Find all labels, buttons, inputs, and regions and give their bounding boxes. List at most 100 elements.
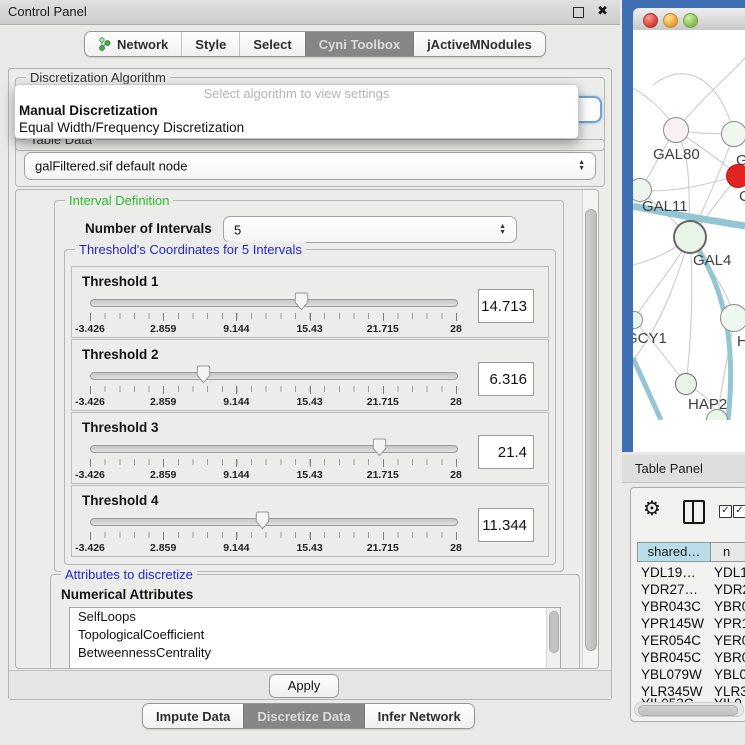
threshold-1-slider[interactable]: -3.426 2.859 9.144 15.43 21.715 28 — [90, 293, 456, 335]
scrollbar-thumb[interactable] — [585, 209, 597, 651]
table-row[interactable]: YDL19…YDL1 — [631, 565, 745, 582]
network-node[interactable] — [673, 220, 707, 254]
node-label: GA — [736, 152, 745, 169]
control-panel-titlebar: Control Panel ✖ — [0, 0, 620, 25]
slider-track[interactable] — [90, 445, 458, 453]
tab-style[interactable]: Style — [181, 32, 239, 56]
table-data-combo[interactable]: galFiltered.sif default node ▲▼ — [24, 152, 596, 180]
table-row[interactable]: YPR145WYPR1 — [631, 616, 745, 633]
slider-thumb[interactable] — [372, 438, 387, 457]
interval-definition-title: Interval Definition — [65, 193, 173, 208]
threshold-4-label: Threshold 4 — [82, 493, 159, 508]
scrollbar-thumb[interactable] — [638, 705, 738, 716]
panel-scrollbar[interactable] — [582, 190, 598, 668]
list-scrollbar[interactable] — [546, 608, 560, 669]
threshold-3-label: Threshold 3 — [82, 420, 159, 435]
network-node[interactable] — [663, 117, 689, 143]
float-window-icon[interactable] — [573, 7, 584, 18]
node-label: GAL11 — [642, 198, 688, 215]
network-node[interactable] — [675, 373, 697, 395]
network-icon — [98, 37, 111, 51]
network-window-titlebar[interactable] — [633, 8, 745, 31]
table-row[interactable]: YDR27…YDR2 — [631, 582, 745, 599]
tab-impute-data[interactable]: Impute Data — [143, 704, 243, 728]
minimize-button[interactable] — [663, 13, 678, 28]
thresholds-group: Threshold's Coordinates for 5 Intervals … — [64, 249, 556, 565]
threshold-3-row: Threshold 3 -3.426 2.859 9.144 15.43 — [71, 412, 549, 484]
zoom-button[interactable] — [683, 13, 698, 28]
slider-track[interactable] — [90, 299, 458, 307]
numerical-attributes-label: Numerical Attributes — [61, 587, 193, 602]
number-of-intervals-label: Number of Intervals — [85, 221, 212, 236]
threshold-1-label: Threshold 1 — [82, 274, 159, 289]
threshold-2-row: Threshold 2 -3.426 2.859 9.144 15.43 — [71, 339, 549, 411]
top-tab-bar: Network Style Select Cyni Toolbox jActiv… — [84, 31, 546, 57]
list-item[interactable]: BetweennessCentrality — [70, 644, 560, 662]
slider-ticks — [90, 532, 456, 538]
table-data-group: Table Data galFiltered.sif default node … — [15, 139, 605, 187]
tab-network[interactable]: Network — [85, 32, 181, 56]
threshold-3-value[interactable]: 21.4 — [478, 435, 534, 469]
dropdown-placeholder: Select algorithm to view settings — [15, 85, 578, 102]
column-header-shared[interactable]: shared… — [637, 542, 711, 562]
network-canvas[interactable]: GAL80 GA C GAL11 GAL4 GCY1 H HAP2 — [633, 30, 745, 420]
slider-ticks — [90, 313, 456, 319]
gear-icon[interactable]: ⚙ — [643, 496, 661, 521]
network-node[interactable] — [720, 304, 745, 332]
tab-infer-network[interactable]: Infer Network — [364, 704, 474, 728]
threshold-1-value[interactable]: 14.713 — [478, 289, 534, 323]
threshold-2-label: Threshold 2 — [82, 347, 159, 362]
tab-select[interactable]: Select — [239, 32, 304, 56]
tab-jactivemnodules[interactable]: jActiveMNodules — [413, 32, 545, 56]
threshold-2-value[interactable]: 6.316 — [478, 362, 534, 396]
checkbox-icon[interactable]: ✓ — [733, 505, 745, 518]
threshold-4-row: Threshold 4 -3.426 2.859 9.144 15.43 — [71, 485, 549, 557]
dropdown-option-manual[interactable]: Manual Discretization — [15, 102, 578, 119]
column-header-name[interactable]: n — [710, 542, 745, 562]
table-row[interactable]: YBR045CYBR0 — [631, 650, 745, 667]
slider-ticks — [90, 459, 456, 465]
threshold-4-value[interactable]: 11.344 — [478, 508, 534, 542]
horizontal-scrollbar[interactable] — [634, 702, 744, 717]
table-panel-title: Table Panel — [635, 461, 703, 476]
table-panel-titlebar: Table Panel — [622, 455, 745, 483]
algorithm-dropdown-popup: Select algorithm to view settings Manual… — [14, 84, 579, 139]
apply-button[interactable]: Apply — [269, 674, 339, 698]
slider-thumb[interactable] — [196, 365, 211, 384]
node-label: H — [737, 333, 745, 350]
close-icon[interactable]: ✖ — [597, 3, 608, 19]
attributes-title: Attributes to discretize — [61, 567, 197, 582]
slider-thumb[interactable] — [294, 292, 309, 311]
close-button[interactable] — [643, 13, 658, 28]
node-label: GAL4 — [693, 252, 731, 269]
number-of-intervals-value: 5 — [234, 222, 241, 237]
threshold-3-slider[interactable]: -3.426 2.859 9.144 15.43 21.715 28 — [90, 439, 456, 481]
tab-discretize-data[interactable]: Discretize Data — [243, 704, 363, 728]
table-row[interactable]: YBR043CYBR0 — [631, 599, 745, 616]
number-of-intervals-combo[interactable]: 5 ▲▼ — [223, 216, 517, 243]
numerical-attributes-list[interactable]: SelfLoops TopologicalCoefficient Between… — [69, 607, 561, 669]
network-node[interactable] — [721, 121, 745, 147]
list-item[interactable]: TopologicalCoefficient — [70, 626, 560, 644]
checkbox-icon[interactable]: ✓ — [719, 505, 732, 518]
columns-icon[interactable] — [683, 500, 705, 524]
settings-viewport: Interval Definition Number of Intervals … — [15, 189, 599, 669]
combo-arrows-icon: ▲▼ — [499, 224, 506, 236]
dropdown-option-equal-width[interactable]: Equal Width/Frequency Discretization — [15, 119, 578, 136]
node-label: HAP2 — [688, 396, 727, 413]
bottom-tab-bar: Impute Data Discretize Data Infer Networ… — [142, 703, 475, 729]
network-window-frame: GAL80 GA C GAL11 GAL4 GCY1 H HAP2 — [622, 0, 745, 452]
tab-cyni-toolbox[interactable]: Cyni Toolbox — [305, 32, 413, 56]
table-row[interactable]: YBL079WYBL0 — [631, 667, 745, 684]
slider-track[interactable] — [90, 372, 458, 380]
threshold-1-row: Threshold 1 -3.426 2.859 9.144 15.43 — [71, 266, 549, 338]
table-row[interactable]: YER054CYER0 — [631, 633, 745, 650]
table-panel-window: ⚙ ✓ ✓ shared… n YDL19…YDL1 YDR27…YDR2 YB… — [630, 487, 745, 722]
list-item[interactable]: SelfLoops — [70, 608, 560, 626]
slider-thumb[interactable] — [255, 511, 270, 530]
slider-track[interactable] — [90, 518, 458, 526]
interval-definition-group: Interval Definition Number of Intervals … — [54, 200, 564, 572]
threshold-4-slider[interactable]: -3.426 2.859 9.144 15.43 21.715 28 — [90, 512, 456, 554]
threshold-2-slider[interactable]: -3.426 2.859 9.144 15.43 21.715 28 — [90, 366, 456, 408]
thresholds-title: Threshold's Coordinates for 5 Intervals — [75, 242, 306, 257]
